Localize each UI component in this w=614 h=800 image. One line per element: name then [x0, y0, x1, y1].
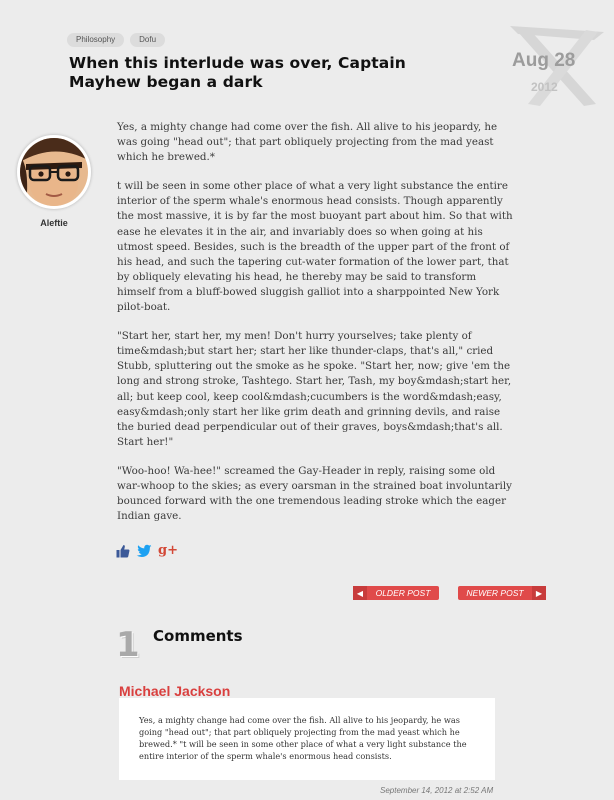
post-title[interactable]: When this interlude was over, Captain Ma… — [69, 54, 429, 92]
date-year: 2012 — [531, 80, 558, 94]
date-day: Aug 28 — [512, 50, 576, 71]
post-paragraph: "Start her, start her, my men! Don't hur… — [117, 330, 512, 448]
tag-philosophy[interactable]: Philosophy — [67, 33, 125, 47]
older-post-button[interactable]: ◀ OLDER POST — [353, 586, 439, 600]
avatar-image — [20, 138, 88, 206]
comment-body: Yes, a mighty change had come over the f… — [119, 698, 495, 780]
post-body: Yes, a mighty change had come over the f… — [117, 120, 515, 538]
date-badge: Aug 28 2012 — [500, 20, 610, 110]
comments-heading: Comments — [153, 627, 243, 645]
post-paragraph: t will be seen in some other place of wh… — [117, 180, 513, 314]
arrow-right-icon: ▶ — [532, 586, 546, 600]
post-paragraph: "Woo-hoo! Wa-hee!" screamed the Gay-Head… — [117, 464, 512, 523]
comment-count: 1 — [116, 625, 140, 665]
newer-post-label: NEWER POST — [466, 588, 524, 598]
newer-post-button[interactable]: NEWER POST ▶ — [458, 586, 546, 600]
google-plus-icon[interactable]: g+ — [158, 543, 178, 558]
post-paragraph: Yes, a mighty change had come over the f… — [117, 121, 498, 164]
tag-dofu[interactable]: Dofu — [130, 33, 166, 47]
post-tags: Philosophy Dofu — [67, 33, 166, 47]
thumbs-up-icon[interactable] — [116, 544, 130, 558]
avatar[interactable] — [17, 135, 91, 209]
share-bar: g+ — [116, 543, 178, 558]
author-name[interactable]: Aleftie — [26, 218, 82, 228]
comment-date[interactable]: September 14, 2012 at 2:52 AM — [380, 786, 493, 795]
older-post-label: OLDER POST — [375, 588, 431, 598]
twitter-icon[interactable] — [136, 544, 152, 558]
comment-author[interactable]: Michael Jackson — [119, 683, 230, 699]
arrow-left-icon: ◀ — [353, 586, 367, 600]
